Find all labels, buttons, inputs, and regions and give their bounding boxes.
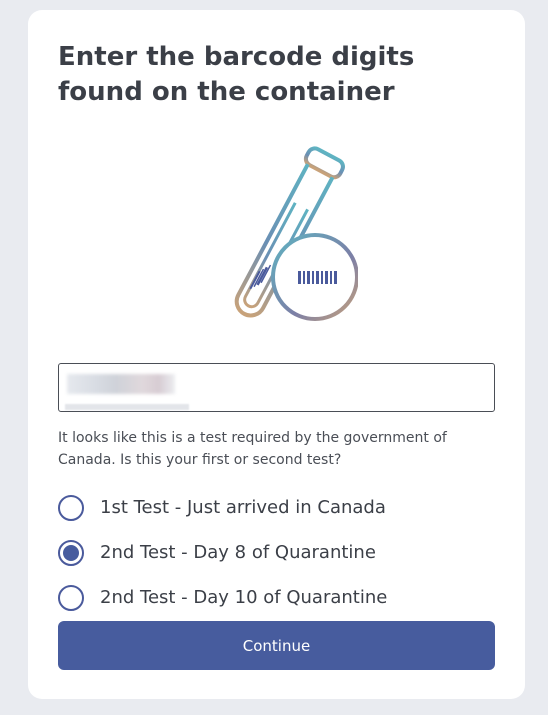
- lens-barcode-lines: [298, 271, 337, 284]
- option-second-test-day-10[interactable]: 2nd Test - Day 10 of Quarantine: [58, 575, 498, 620]
- form-card: Enter the barcode digits found on the co…: [28, 10, 525, 699]
- page-title: Enter the barcode digits found on the co…: [58, 42, 415, 107]
- barcode-text-input[interactable]: [59, 364, 494, 411]
- option-label: 2nd Test - Day 8 of Quarantine: [100, 542, 376, 563]
- test-question-text: It looks like this is a test required by…: [58, 430, 447, 468]
- option-label: 1st Test - Just arrived in Canada: [100, 497, 386, 518]
- radio-selected-dot: [63, 544, 79, 561]
- test-options-radio-group: 1st Test - Just arrived in Canada 2nd Te…: [58, 485, 498, 620]
- radio-button-icon[interactable]: [58, 494, 84, 521]
- radio-button-icon[interactable]: [58, 584, 84, 611]
- radio-button-icon[interactable]: [58, 539, 84, 566]
- option-label: 2nd Test - Day 10 of Quarantine: [100, 587, 388, 608]
- test-tube-magnifier-illustration: [198, 140, 359, 345]
- option-first-test[interactable]: 1st Test - Just arrived in Canada: [58, 485, 498, 530]
- barcode-digits-input[interactable]: [58, 363, 495, 412]
- continue-button[interactable]: Continue: [58, 621, 495, 670]
- option-second-test-day-8[interactable]: 2nd Test - Day 8 of Quarantine: [58, 530, 498, 575]
